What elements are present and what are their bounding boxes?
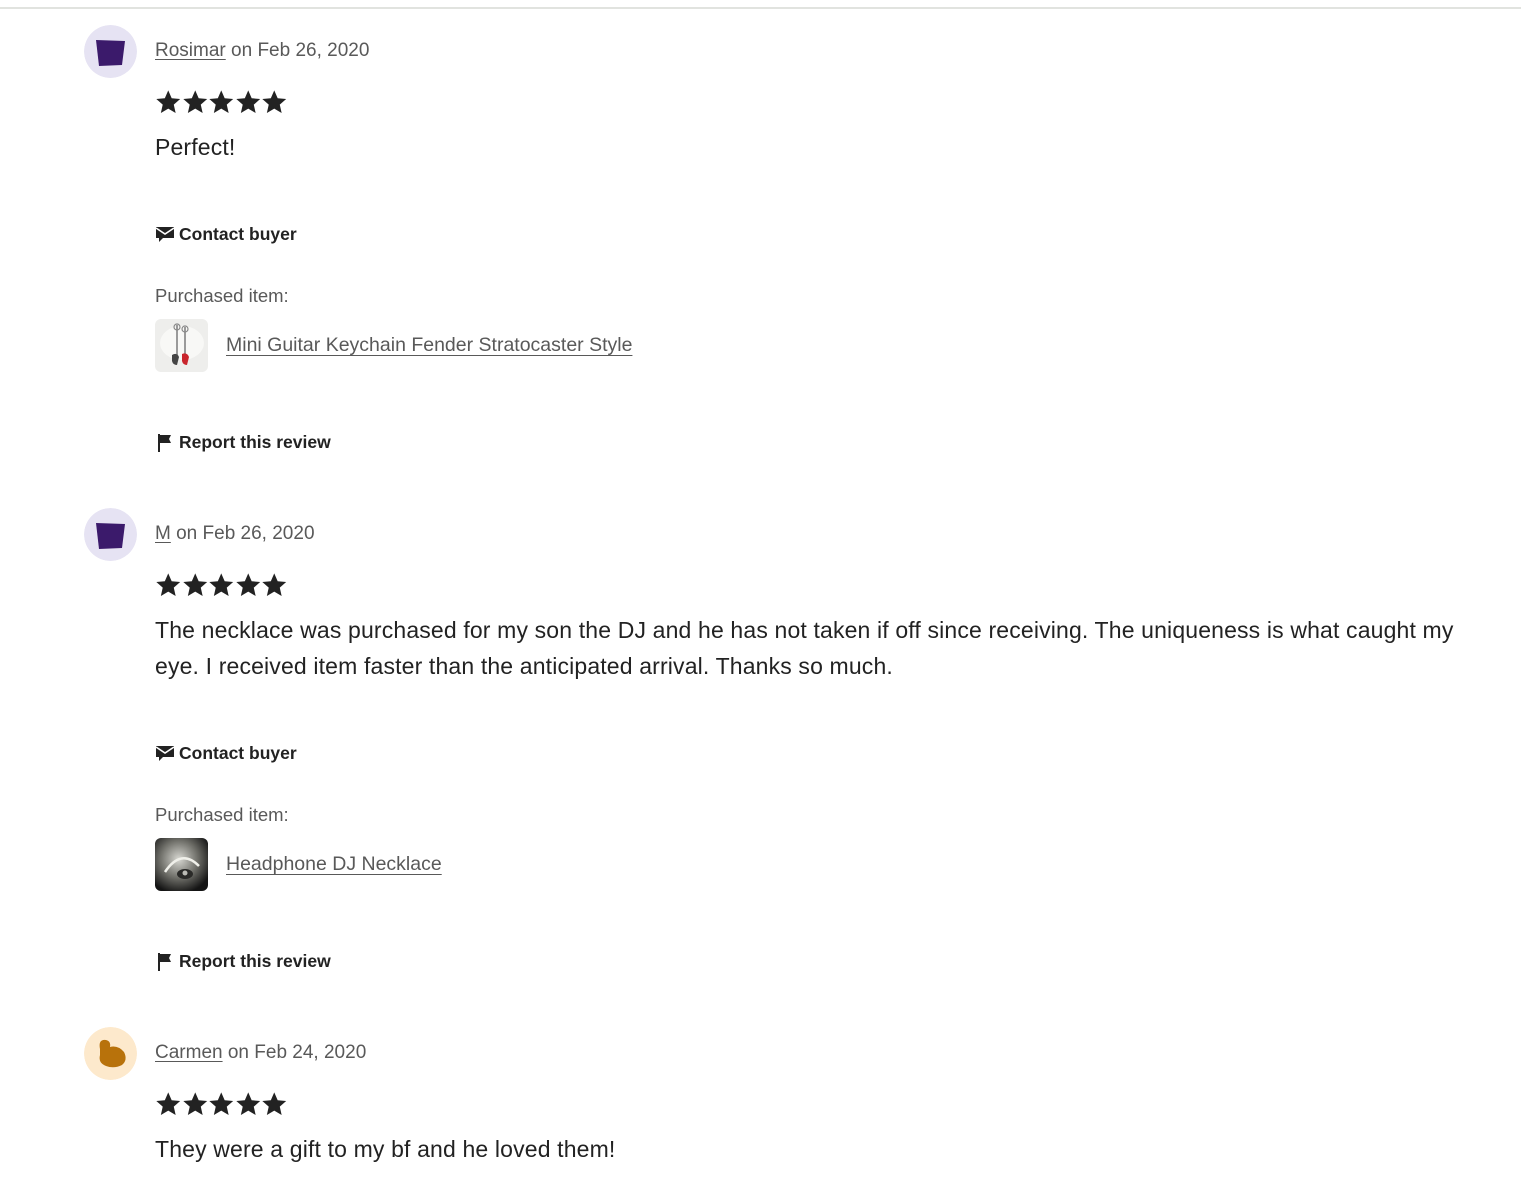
item-thumbnail[interactable] — [155, 319, 208, 372]
flag-icon — [158, 952, 171, 971]
star-icon — [182, 1092, 207, 1116]
contact-buyer-label: Contact buyer — [179, 224, 297, 244]
star-icon — [209, 573, 234, 597]
star-icon — [262, 573, 287, 597]
star-icon — [209, 90, 234, 114]
review-item: Carmen on Feb 24, 2020 They were a gift … — [0, 1027, 1521, 1200]
reviewer-name-link[interactable]: M — [155, 523, 171, 544]
reviewer-avatar[interactable] — [84, 1027, 137, 1080]
star-icon — [262, 90, 287, 114]
purple-shape-avatar-icon — [84, 25, 137, 78]
review-text: The necklace was purchased for my son th… — [155, 617, 1454, 679]
review-date: Feb 26, 2020 — [202, 523, 315, 544]
contact-buyer-button[interactable]: Contact buyer — [155, 743, 297, 764]
review-meta: Rosimar on Feb 26, 2020 — [155, 39, 369, 63]
headphone-necklace-thumbnail-icon — [155, 838, 208, 891]
message-icon — [155, 226, 175, 242]
star-icon — [209, 1092, 234, 1116]
orange-blob-avatar-icon — [84, 1027, 137, 1080]
review-date: Feb 26, 2020 — [257, 40, 370, 61]
reviewer-name-link[interactable]: Rosimar — [155, 40, 226, 61]
star-rating — [155, 571, 288, 603]
purchased-item-label: Purchased item: — [155, 285, 289, 306]
star-icon — [156, 1092, 181, 1116]
purchased-item-link[interactable]: Mini Guitar Keychain Fender Stratocaster… — [226, 334, 632, 357]
purchased-item: Headphone DJ Necklace — [155, 838, 442, 891]
review-date: Feb 24, 2020 — [254, 1042, 367, 1063]
report-review-label: Report this review — [179, 432, 331, 452]
reviewer-avatar[interactable] — [84, 508, 137, 561]
star-icon — [235, 1092, 260, 1116]
review-item: Rosimar on Feb 26, 2020 Perfect! Contact… — [0, 25, 1521, 465]
guitar-keychain-thumbnail-icon — [155, 319, 208, 372]
on-label: on — [227, 1042, 249, 1063]
star-icon — [156, 573, 181, 597]
star-icon — [235, 573, 260, 597]
contact-buyer-button[interactable]: Contact buyer — [155, 224, 297, 245]
review-item: M on Feb 26, 2020 The necklace was purch… — [0, 508, 1521, 978]
star-icon — [262, 1092, 287, 1116]
reviewer-name-link[interactable]: Carmen — [155, 1042, 223, 1063]
star-icon — [182, 573, 207, 597]
review-meta: Carmen on Feb 24, 2020 — [155, 1041, 366, 1065]
review-meta: M on Feb 26, 2020 — [155, 522, 315, 546]
flag-icon — [158, 433, 171, 452]
report-review-label: Report this review — [179, 951, 331, 971]
report-review-button[interactable]: Report this review — [155, 432, 331, 453]
contact-buyer-label: Contact buyer — [179, 743, 297, 763]
purple-shape-avatar-icon — [84, 508, 137, 561]
report-review-button[interactable]: Report this review — [155, 951, 331, 972]
star-rating — [155, 1090, 288, 1122]
star-rating — [155, 88, 288, 120]
star-icon — [182, 90, 207, 114]
top-divider — [0, 7, 1521, 9]
review-text: Perfect! — [155, 134, 236, 160]
on-label: on — [231, 40, 253, 61]
star-icon — [156, 90, 181, 114]
review-text: They were a gift to my bf and he loved t… — [155, 1136, 616, 1162]
star-icon — [235, 90, 260, 114]
item-thumbnail[interactable] — [155, 838, 208, 891]
on-label: on — [176, 523, 198, 544]
reviewer-avatar[interactable] — [84, 25, 137, 78]
purchased-item: Mini Guitar Keychain Fender Stratocaster… — [155, 319, 632, 372]
message-icon — [155, 745, 175, 761]
purchased-item-link[interactable]: Headphone DJ Necklace — [226, 853, 442, 876]
purchased-item-label: Purchased item: — [155, 804, 289, 825]
